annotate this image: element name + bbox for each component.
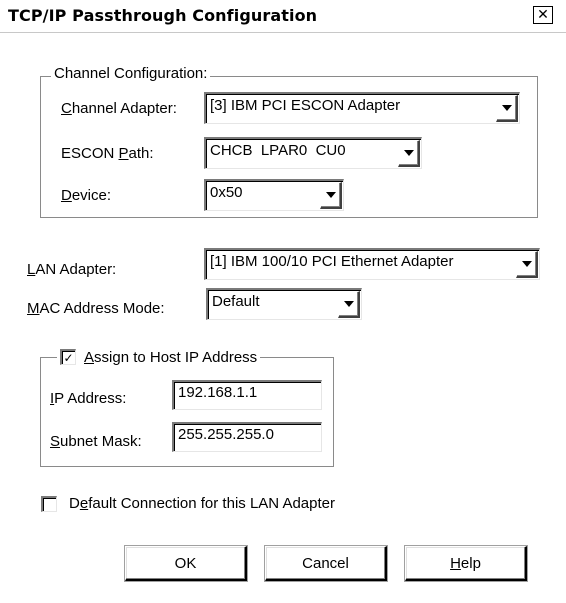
cancel-button[interactable]: Cancel (265, 546, 387, 581)
subnet-mask-label: Subnet Mask: (50, 433, 142, 450)
escon-path-label: ESCON Path: (61, 145, 154, 162)
ok-button[interactable]: OK (125, 546, 247, 581)
chevron-down-icon[interactable] (496, 95, 518, 122)
ip-address-input[interactable]: 192.168.1.1 (172, 380, 322, 410)
mac-address-mode-label: MAC Address Mode: (27, 300, 165, 317)
mac-address-mode-select[interactable]: Default (206, 288, 362, 320)
device-select[interactable]: 0x50 (204, 179, 344, 211)
assign-host-ip-checkbox[interactable]: ✓ (60, 349, 76, 365)
escon-path-value: CHCB LPAR0 CU0 (210, 142, 346, 159)
help-button[interactable]: Help (405, 546, 527, 581)
lan-adapter-value: [1] IBM 100/10 PCI Ethernet Adapter (210, 253, 454, 270)
assign-host-ip-label[interactable]: Assign to Host IP Address (84, 349, 257, 366)
device-value: 0x50 (210, 184, 243, 201)
device-label: Device: (61, 187, 112, 204)
close-icon: ✕ (537, 7, 549, 23)
chevron-down-icon[interactable] (516, 251, 538, 278)
host-ip-legend: ✓ Assign to Host IP Address (57, 346, 261, 368)
lan-adapter-select[interactable]: [1] IBM 100/10 PCI Ethernet Adapter (204, 248, 540, 280)
ip-address-label: IP Address: (50, 390, 127, 407)
channel-adapter-value: [3] IBM PCI ESCON Adapter (210, 97, 401, 114)
subnet-mask-input[interactable]: 255.255.255.0 (172, 422, 322, 452)
channel-configuration-legend: Channel Configuration: (51, 65, 211, 82)
default-connection-label[interactable]: Default Connection for this LAN Adapter (69, 495, 335, 512)
channel-adapter-label: Channel Adapter: (61, 100, 177, 117)
default-connection-checkbox[interactable] (41, 496, 57, 512)
title-bar: TCP/IP Passthrough Configuration ✕ (0, 0, 566, 33)
checkmark-icon: ✓ (63, 350, 74, 365)
mac-address-mode-value: Default (212, 293, 260, 310)
window-title: TCP/IP Passthrough Configuration (8, 6, 318, 25)
close-button[interactable]: ✕ (533, 6, 553, 24)
chevron-down-icon[interactable] (320, 182, 342, 209)
escon-path-select[interactable]: CHCB LPAR0 CU0 (204, 137, 422, 169)
tcpip-passthrough-dialog: TCP/IP Passthrough Configuration ✕ Chann… (0, 0, 566, 603)
chevron-down-icon[interactable] (398, 140, 420, 167)
channel-adapter-select[interactable]: [3] IBM PCI ESCON Adapter (204, 92, 520, 124)
chevron-down-icon[interactable] (338, 291, 360, 318)
lan-adapter-label: LAN Adapter: (27, 261, 117, 278)
